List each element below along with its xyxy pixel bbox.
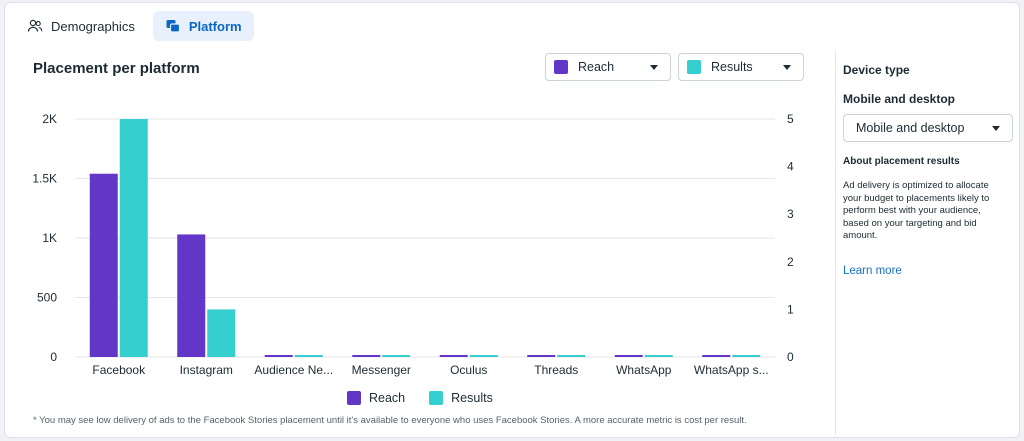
bar-reach — [352, 355, 381, 357]
legend-label-results: Results — [451, 391, 493, 405]
sidebar-divider — [835, 51, 836, 435]
x-tick-label: Instagram — [180, 363, 233, 377]
tab-demographics[interactable]: Demographics — [15, 11, 147, 41]
bar-results — [119, 119, 148, 357]
about-heading: About placement results — [843, 156, 960, 167]
legend-swatch-reach — [347, 391, 361, 405]
sidebar: Device type Mobile and desktop Mobile an… — [843, 63, 1013, 277]
y-right-tick-label: 0 — [787, 350, 794, 364]
legend-item-reach: Reach — [347, 391, 405, 405]
learn-more-link[interactable]: Learn more — [843, 265, 1013, 277]
footnote: * You may see low delivery of ads to the… — [33, 415, 747, 426]
bar-reach — [89, 173, 118, 357]
legend-label-reach: Reach — [369, 391, 406, 405]
results-dropdown-label: Results — [711, 60, 753, 74]
bar-reach — [439, 355, 468, 357]
people-icon — [27, 19, 43, 32]
x-tick-label: Messenger — [352, 363, 411, 377]
tab-platform-label: Platform — [188, 18, 242, 34]
x-tick-label: WhatsApp s... — [694, 363, 769, 377]
chart-legend: Reach Results — [347, 391, 493, 405]
x-tick-label: Audience Ne... — [254, 363, 333, 377]
results-metric-dropdown[interactable]: Results — [678, 53, 804, 81]
legend-swatch-results — [429, 391, 444, 405]
x-tick-label: Threads — [534, 363, 578, 377]
bar-reach — [177, 234, 206, 357]
device-subheading: Mobile and desktop — [843, 92, 956, 106]
tab-bar: Demographics Platform — [15, 11, 254, 41]
y-right-tick-label: 2 — [787, 255, 794, 269]
y-left-tick-label: 0 — [50, 350, 57, 364]
bar-reach — [527, 355, 556, 357]
x-tick-label: Oculus — [450, 363, 487, 377]
y-right-tick-label: 3 — [787, 207, 794, 221]
chevron-down-icon — [783, 65, 791, 70]
device-type-select[interactable]: Mobile and desktop — [843, 114, 1013, 142]
y-right-tick-label: 5 — [787, 112, 794, 126]
bar-results — [557, 355, 586, 357]
y-left-tick-label: 2K — [42, 112, 57, 126]
x-tick-label: Facebook — [92, 363, 146, 377]
tab-platform[interactable]: Platform — [152, 11, 254, 41]
y-left-tick-label: 1K — [42, 231, 57, 245]
y-right-tick-label: 4 — [787, 160, 794, 174]
device-type-heading: Device type — [843, 63, 910, 77]
placement-bar-chart: 0 500 1K 1.5K 2K 0 1 2 3 4 5 Facebook Instagram Audie… — [32, 112, 794, 377]
bar-reach — [702, 355, 731, 357]
tab-demographics-label: Demographics — [51, 18, 135, 34]
bar-results — [294, 355, 323, 357]
placement-card: Demographics Platform Placement per plat… — [4, 2, 1020, 438]
device-select-value: Mobile and desktop — [856, 121, 965, 135]
bar-results — [732, 355, 761, 357]
bar-results — [644, 355, 673, 357]
legend-item-results: Results — [429, 391, 493, 405]
results-swatch — [687, 60, 701, 74]
bar-results — [382, 355, 411, 357]
y-left-tick-label: 500 — [37, 291, 57, 305]
reach-metric-dropdown[interactable]: Reach — [545, 53, 671, 81]
bar-reach — [614, 355, 643, 357]
platform-icon — [166, 20, 180, 33]
y-right-tick-label: 1 — [787, 302, 794, 316]
chevron-down-icon — [650, 65, 658, 70]
y-left-tick-label: 1.5K — [32, 172, 57, 186]
about-description: Ad delivery is optimized to allocate you… — [843, 180, 990, 241]
reach-dropdown-label: Reach — [578, 60, 615, 74]
bar-reach — [264, 355, 293, 357]
chevron-down-icon — [992, 126, 1000, 131]
chart-title: Placement per platform — [33, 60, 200, 77]
reach-swatch — [554, 60, 568, 74]
bar-results — [469, 355, 498, 357]
x-tick-label: WhatsApp — [616, 363, 672, 377]
bar-results — [207, 309, 236, 357]
